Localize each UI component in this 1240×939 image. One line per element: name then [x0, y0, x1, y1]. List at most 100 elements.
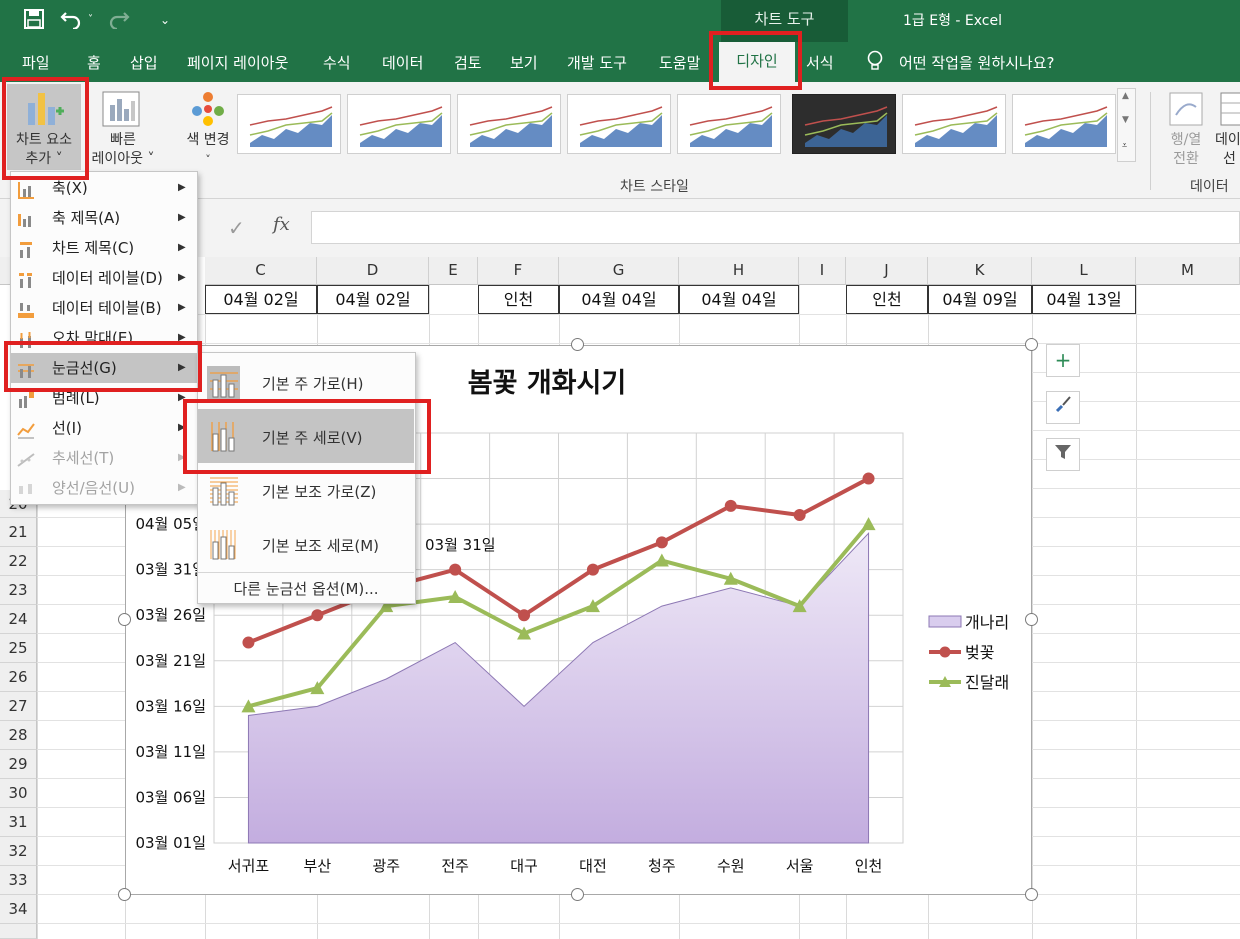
row-header-22[interactable]: 22: [0, 547, 37, 576]
select-data-label-2[interactable]: 선: [1223, 150, 1240, 169]
legend-entry[interactable]: 개나리: [965, 613, 1009, 632]
menu-item-axis-titles[interactable]: 축 제목(A) ▶: [11, 203, 197, 233]
gallery-scroll[interactable]: ▲ ▼ ⩡: [1117, 88, 1136, 162]
menu-item-chart-title[interactable]: 차트 제목(C) ▶: [11, 233, 197, 263]
tab-help[interactable]: 도움말: [659, 52, 700, 73]
chart-style-5[interactable]: [677, 94, 781, 154]
formula-input[interactable]: [311, 211, 1240, 244]
chart-style-1[interactable]: [237, 94, 341, 154]
switch-row-column-label-2[interactable]: 전환: [1160, 150, 1212, 169]
legend-entry[interactable]: 벚꽃: [965, 643, 994, 662]
data-point[interactable]: [655, 536, 668, 549]
column-header-f[interactable]: F: [478, 257, 559, 285]
resize-handle-bottom-left[interactable]: [118, 888, 131, 901]
submenu-primary-minor-vertical[interactable]: 기본 보조 세로(M): [198, 517, 414, 571]
row-header-23[interactable]: 23: [0, 576, 37, 605]
column-header-m[interactable]: M: [1136, 257, 1240, 285]
data-point[interactable]: [242, 636, 255, 649]
undo-dropdown-icon[interactable]: ˅: [88, 14, 93, 25]
gallery-down-icon[interactable]: ▼: [1122, 115, 1129, 125]
gallery-more-icon[interactable]: ⩡: [1122, 141, 1127, 151]
tab-insert[interactable]: 삽입: [130, 52, 158, 73]
row-header-24[interactable]: 24: [0, 605, 37, 634]
resize-handle-top-right[interactable]: [1025, 338, 1038, 351]
row-header-30[interactable]: 30: [0, 779, 37, 808]
save-icon[interactable]: [24, 9, 44, 34]
menu-item-lines[interactable]: 선(I) ▶: [11, 413, 197, 443]
data-point[interactable]: [449, 563, 462, 576]
chart-elements-button[interactable]: +: [1046, 344, 1080, 377]
chart-style-8[interactable]: [1012, 94, 1116, 154]
tab-view[interactable]: 보기: [510, 52, 538, 73]
tab-page-layout[interactable]: 페이지 레이아웃: [187, 52, 288, 73]
tab-home[interactable]: 홈: [87, 52, 101, 73]
resize-handle-right[interactable]: [1025, 613, 1038, 626]
chart-title[interactable]: 봄꽃 개화시기: [468, 368, 626, 399]
insert-function-icon[interactable]: fx: [273, 214, 290, 235]
cell-h[interactable]: 04월 04일: [679, 285, 799, 314]
chart-styles-button[interactable]: [1046, 391, 1080, 424]
column-header-g[interactable]: G: [559, 257, 679, 285]
resize-handle-bottom[interactable]: [571, 888, 584, 901]
menu-item-data-labels[interactable]: 데이터 레이블(D) ▶: [11, 263, 197, 293]
data-point[interactable]: [862, 472, 875, 485]
resize-handle-bottom-right[interactable]: [1025, 888, 1038, 901]
legend-entry[interactable]: 진달래: [965, 673, 1009, 692]
column-header-k[interactable]: K: [928, 257, 1032, 285]
cell-c[interactable]: 04월 02일: [205, 285, 317, 314]
column-header-l[interactable]: L: [1032, 257, 1136, 285]
row-header-25[interactable]: 25: [0, 634, 37, 663]
switch-row-column-label-1[interactable]: 행/열: [1160, 131, 1212, 150]
column-header-h[interactable]: H: [679, 257, 799, 285]
data-point[interactable]: [861, 517, 876, 531]
row-header-26[interactable]: 26: [0, 663, 37, 692]
column-header-e[interactable]: E: [429, 257, 478, 285]
tab-formulas[interactable]: 수식: [323, 52, 351, 73]
data-point[interactable]: [586, 563, 599, 576]
chart-style-4[interactable]: [567, 94, 671, 154]
menu-item-data-table[interactable]: 데이터 테이블(B) ▶: [11, 293, 197, 323]
row-header-28[interactable]: 28: [0, 721, 37, 750]
select-data-label-1[interactable]: 데이: [1215, 131, 1240, 150]
cell-j[interactable]: 인천: [846, 285, 928, 314]
submenu-more-options[interactable]: 다른 눈금선 옵션(M)...: [198, 576, 414, 602]
tell-me-search[interactable]: 어떤 작업을 원하시나요?: [899, 52, 1055, 73]
chart-style-2[interactable]: [347, 94, 451, 154]
chart-style-6[interactable]: [792, 94, 896, 154]
tab-data[interactable]: 데이터: [382, 52, 423, 73]
chart-filters-button[interactable]: [1046, 438, 1080, 471]
row-header-35[interactable]: [0, 924, 37, 939]
tab-review[interactable]: 검토: [454, 52, 482, 73]
data-point[interactable]: [724, 499, 737, 512]
column-header-d[interactable]: D: [317, 257, 429, 285]
customize-qat-icon[interactable]: ⌄: [160, 13, 170, 27]
data-point[interactable]: [311, 609, 324, 622]
tab-format[interactable]: 서식: [806, 52, 834, 73]
cell-k[interactable]: 04월 09일: [928, 285, 1032, 314]
column-header-j[interactable]: J: [846, 257, 928, 285]
row-header-21[interactable]: 21: [0, 518, 37, 547]
cell-d[interactable]: 04월 02일: [317, 285, 429, 314]
column-header-i[interactable]: I: [799, 257, 846, 285]
row-header-33[interactable]: 33: [0, 866, 37, 895]
data-label[interactable]: 03월 31일: [425, 536, 496, 554]
cell-l[interactable]: 04월 13일: [1032, 285, 1136, 314]
confirm-entry-icon[interactable]: ✓: [228, 216, 245, 240]
row-header-29[interactable]: 29: [0, 750, 37, 779]
gallery-up-icon[interactable]: ▲: [1122, 91, 1129, 101]
row-header-27[interactable]: 27: [0, 692, 37, 721]
tab-developer[interactable]: 개발 도구: [567, 52, 627, 73]
chart-style-7[interactable]: [902, 94, 1006, 154]
resize-handle-top[interactable]: [571, 338, 584, 351]
row-header-34[interactable]: 34: [0, 895, 37, 924]
chart-style-3[interactable]: [457, 94, 561, 154]
row-header-31[interactable]: 31: [0, 808, 37, 837]
data-point[interactable]: [793, 509, 806, 521]
tab-file[interactable]: 파일: [22, 52, 50, 73]
row-header-32[interactable]: 32: [0, 837, 37, 866]
data-point[interactable]: [518, 609, 531, 622]
column-header-c[interactable]: C: [205, 257, 317, 285]
cell-f[interactable]: 인천: [478, 285, 559, 314]
cell-g[interactable]: 04월 04일: [559, 285, 679, 314]
resize-handle-left[interactable]: [118, 613, 131, 626]
